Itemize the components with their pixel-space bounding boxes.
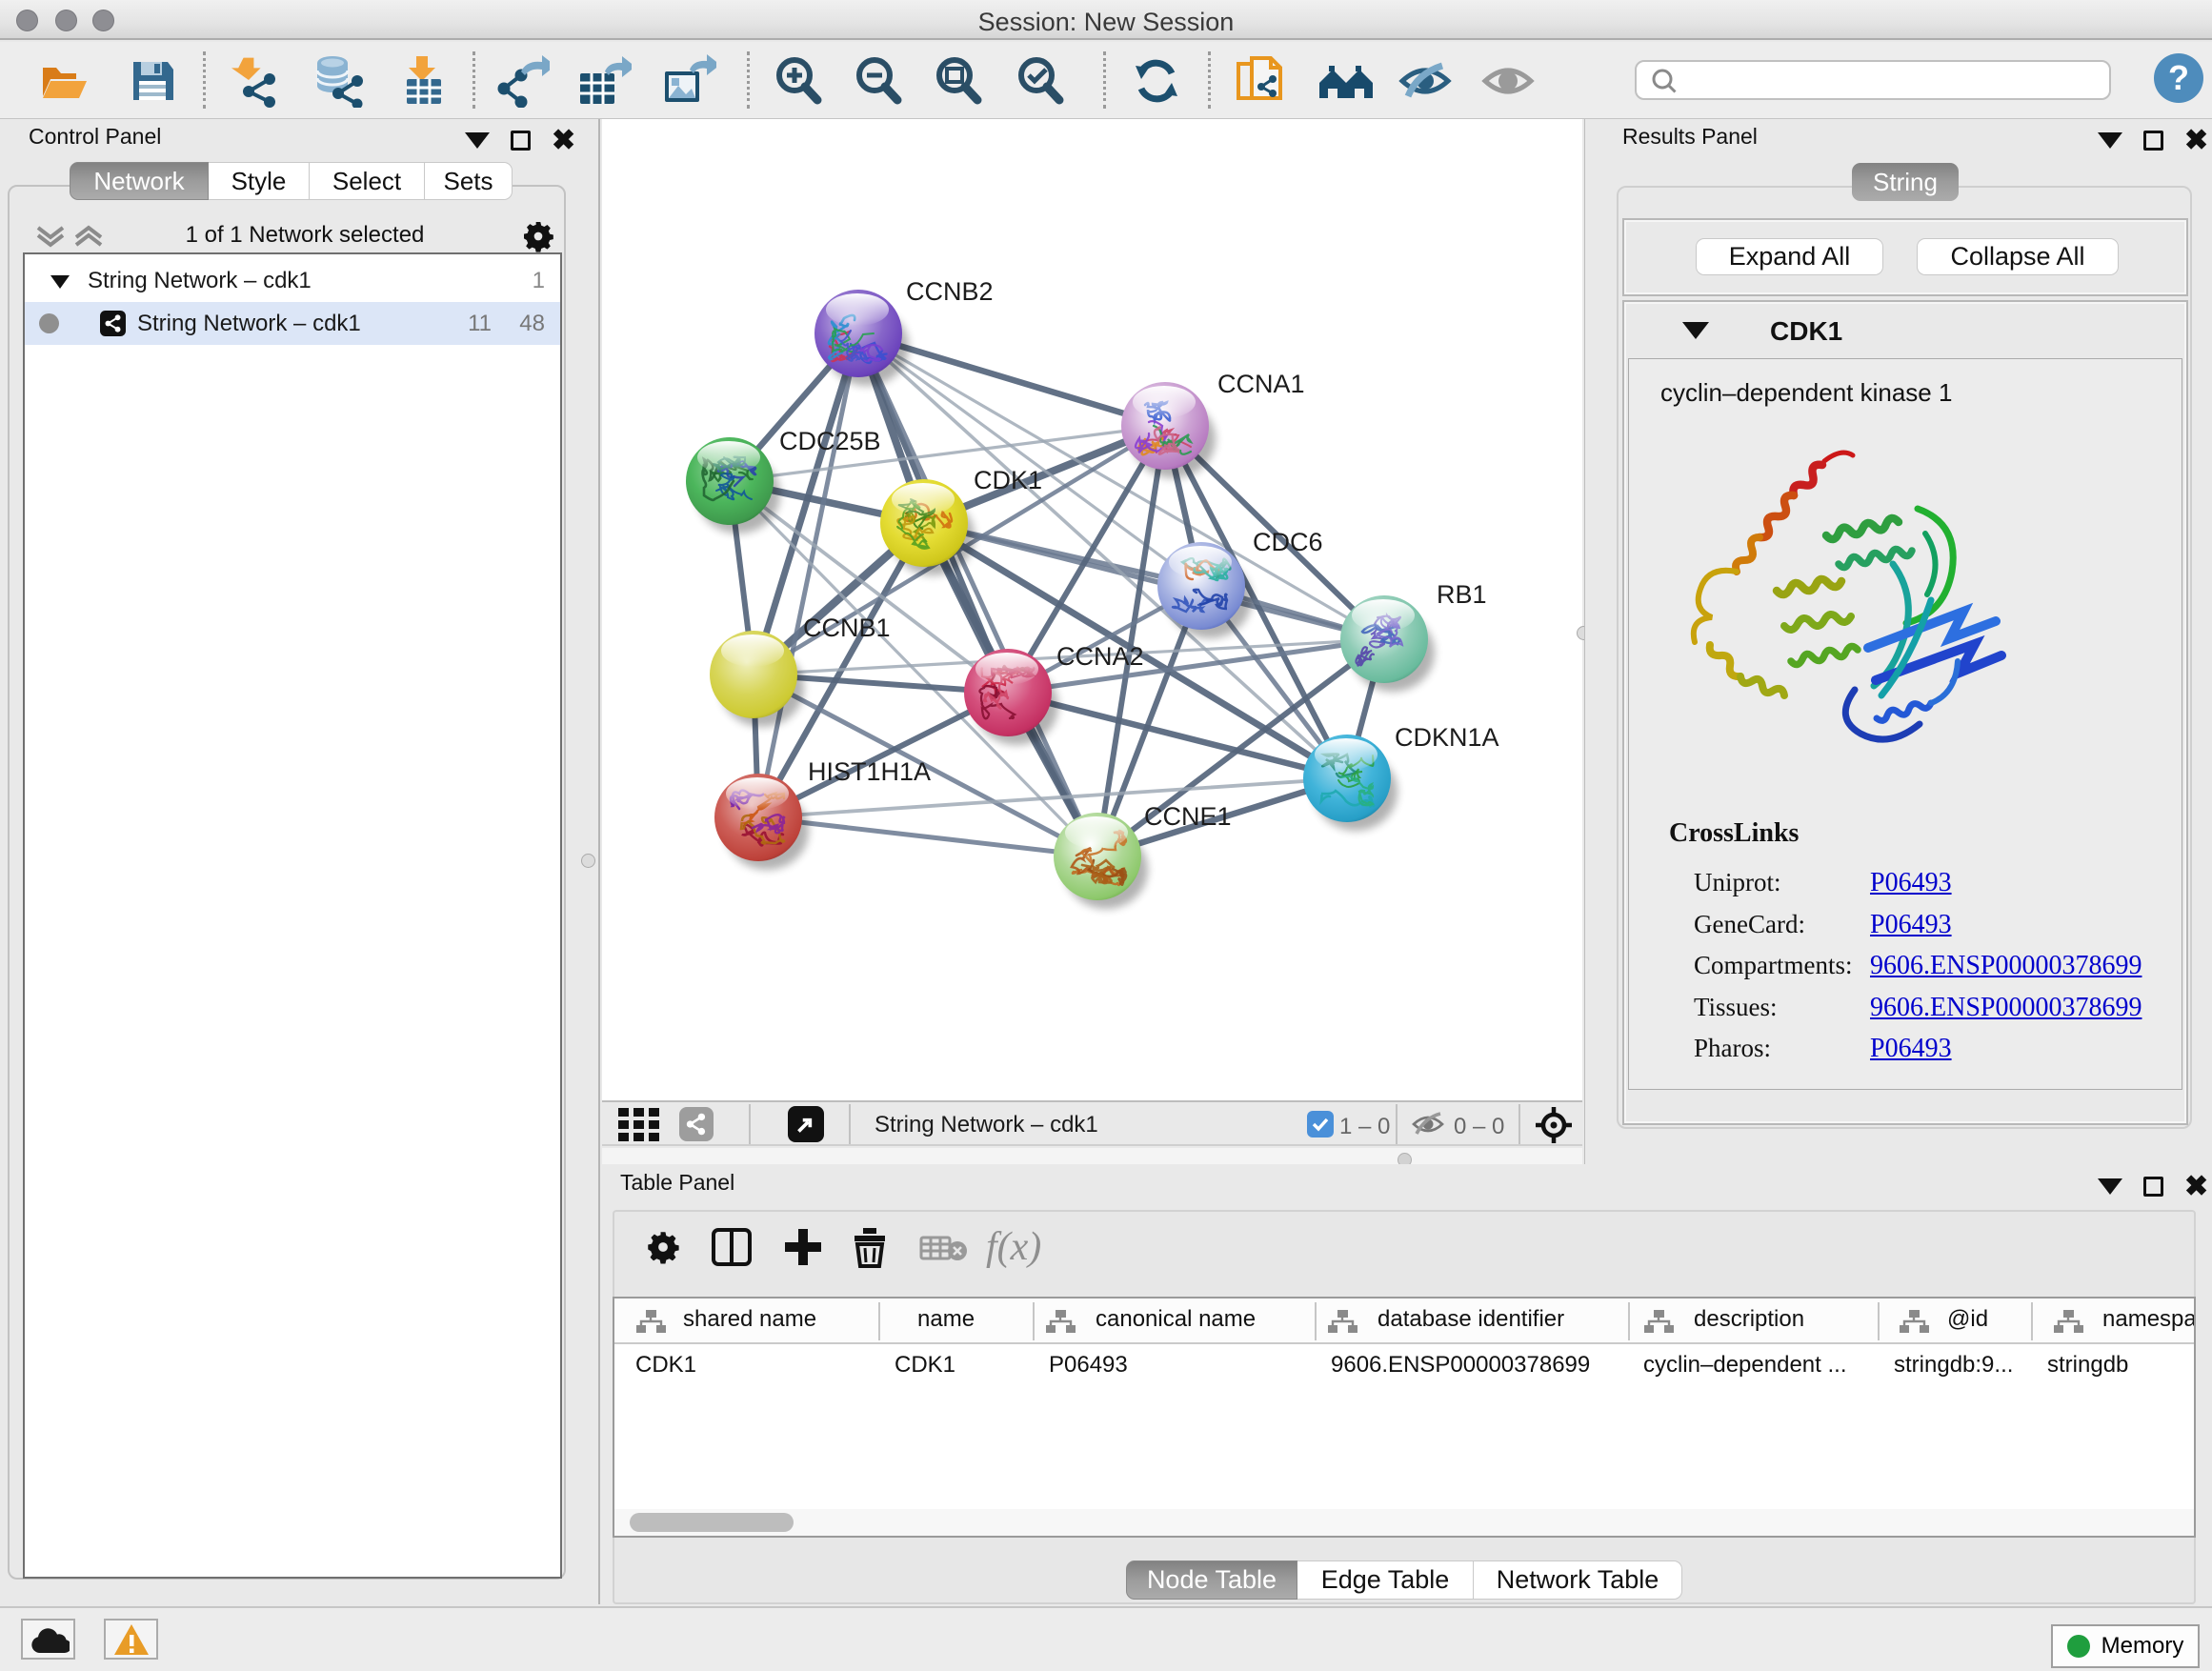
svg-text:CCNA1: CCNA1	[1217, 370, 1305, 398]
svg-text:CCNA2: CCNA2	[1056, 642, 1144, 671]
svg-text:CDC25B: CDC25B	[779, 427, 881, 455]
svg-text:CCNE1: CCNE1	[1144, 802, 1232, 831]
svg-text:HIST1H1A: HIST1H1A	[808, 757, 931, 786]
svg-text:CCNB1: CCNB1	[803, 614, 891, 642]
svg-text:CCNB2: CCNB2	[906, 277, 994, 306]
svg-text:CDKN1A: CDKN1A	[1395, 723, 1499, 752]
svg-text:CDK1: CDK1	[974, 466, 1042, 494]
svg-text:?: ?	[2168, 58, 2189, 97]
svg-text:RB1: RB1	[1437, 580, 1487, 609]
svg-text:CDC6: CDC6	[1253, 528, 1323, 556]
